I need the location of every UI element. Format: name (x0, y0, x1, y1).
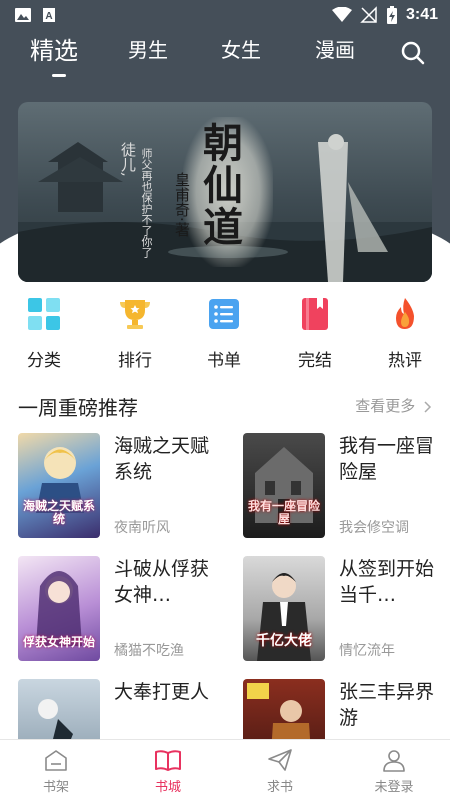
view-more-label: 查看更多 (355, 397, 416, 415)
wifi-icon (331, 7, 352, 22)
book-cover-text: 千亿大佬 (256, 632, 312, 649)
book-cover: 千亿大佬 (243, 556, 325, 661)
trophy-icon (120, 300, 150, 329)
user-icon (383, 750, 405, 772)
nav-profile[interactable]: 未登录 (354, 748, 434, 795)
nav-label: 书城 (154, 780, 181, 795)
tab-male[interactable]: 男生 (128, 34, 168, 63)
bottom-navigation: 书架 书城 求书 未登录 (0, 739, 450, 800)
image-notification-icon (15, 8, 31, 22)
nav-label: 未登录 (374, 780, 414, 795)
book-title: 从签到开始当千… (339, 558, 435, 606)
bookshelf-icon (45, 750, 67, 771)
battery-charging-icon (386, 6, 397, 24)
book-title: 张三丰异界游 (339, 681, 435, 729)
paper-plane-icon (268, 749, 292, 771)
book-title: 海贼之天赋系统 (114, 435, 210, 483)
book-cover: 海贼之天赋系统 (18, 433, 100, 538)
a-notification-icon: A (43, 8, 55, 22)
no-signal-icon (360, 6, 377, 23)
list-icon (209, 299, 239, 329)
banner-quote-line-1: 师父再也保护不了你了 (140, 148, 153, 258)
book-author: 夜南听风 (114, 520, 170, 536)
category-classify[interactable]: 分类 (9, 296, 79, 371)
category-label: 热评 (388, 351, 422, 371)
category-label: 排行 (118, 351, 152, 371)
nav-bookstore[interactable]: 书城 (128, 748, 208, 795)
open-book-icon (155, 750, 181, 771)
book-author: 情忆流年 (339, 643, 395, 659)
flame-icon (396, 298, 414, 329)
tab-comics[interactable]: 漫画 (315, 34, 355, 63)
active-tab-indicator (52, 74, 66, 77)
chevron-right-icon (424, 400, 432, 413)
grid-icon (28, 298, 60, 330)
category-completed[interactable]: 完结 (280, 296, 350, 371)
book-title: 我有一座冒险屋 (339, 435, 435, 483)
category-shortcuts: 分类 排行 书单 完结 热评 (0, 296, 450, 376)
view-more-link[interactable]: 查看更多 (355, 395, 432, 416)
banner-quote-line-2: 徒儿, (119, 142, 137, 177)
status-bar: A 3:41 (0, 0, 450, 30)
banner-author: 皇甫奇·著 (173, 172, 191, 237)
book-cover: 我有一座冒险屋 (243, 433, 325, 538)
book-cover-text: 俘获女神开始 (22, 634, 95, 649)
book-card[interactable]: 我有一座冒险屋 我有一座冒险屋 我会修空调 (243, 433, 443, 543)
category-ranking[interactable]: 排行 (100, 296, 170, 371)
nav-bookshelf[interactable]: 书架 (16, 748, 96, 795)
category-label: 书单 (207, 351, 241, 371)
search-icon[interactable] (400, 40, 426, 66)
nav-request-book[interactable]: 求书 (240, 748, 320, 795)
book-card[interactable]: 千亿大佬 从签到开始当千… 情忆流年 (243, 556, 443, 666)
book-icon (302, 298, 328, 330)
category-booklist[interactable]: 书单 (189, 296, 259, 371)
tab-featured[interactable]: 精选 (30, 31, 78, 66)
book-cover-text: 海贼之天赋系统 (22, 498, 95, 526)
category-label: 完结 (298, 351, 332, 371)
book-author: 我会修空调 (339, 520, 409, 536)
status-time: 3:41 (405, 6, 438, 23)
svg-text:A: A (45, 11, 52, 22)
top-tabs: 精选 男生 女生 漫画 (0, 34, 450, 78)
banner-title: 朝仙道 (196, 122, 243, 248)
category-hot-reviews[interactable]: 热评 (370, 296, 440, 371)
book-card[interactable]: 海贼之天赋系统 海贼之天赋系统 夜南听风 (18, 433, 218, 543)
book-card[interactable]: 俘获女神开始 斗破从俘获女神… 橘猫不吃渔 (18, 556, 218, 666)
book-cover-text: 我有一座冒险屋 (247, 498, 320, 526)
book-author: 橘猫不吃渔 (114, 643, 184, 659)
nav-label: 书架 (42, 780, 69, 795)
nav-label: 求书 (266, 780, 293, 795)
book-title: 大奉打更人 (114, 681, 210, 703)
tab-female[interactable]: 女生 (221, 34, 261, 63)
promo-banner[interactable]: 朝仙道 皇甫奇·著 师父再也保护不了你了 徒儿, (18, 102, 432, 282)
category-label: 分类 (27, 351, 61, 371)
section-title: 一周重磅推荐 (18, 396, 138, 420)
book-cover: 俘获女神开始 (18, 556, 100, 661)
book-title: 斗破从俘获女神… (114, 558, 210, 606)
